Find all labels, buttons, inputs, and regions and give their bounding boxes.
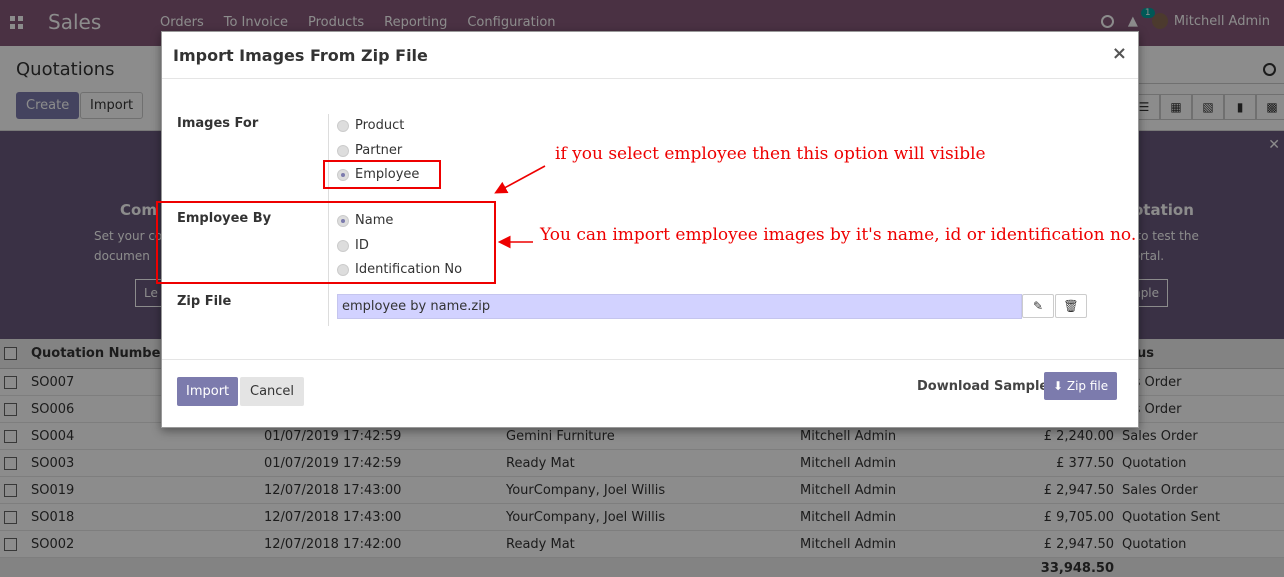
close-icon[interactable]: × xyxy=(1112,43,1127,64)
download-sample-label: Download Sample: xyxy=(917,379,1054,394)
cancel-button[interactable]: Cancel xyxy=(240,377,305,406)
zip-file-input[interactable]: employee by name.zip xyxy=(337,294,1022,319)
radio-product-icon[interactable] xyxy=(337,119,349,132)
dialog-footer: Import Cancel Download Sample: ⬇ Zip fil… xyxy=(162,359,1138,427)
edit-pencil-icon[interactable]: ✎ xyxy=(1022,294,1054,318)
dialog-title: Import Images From Zip File xyxy=(173,46,428,65)
radio-product[interactable]: Product xyxy=(337,118,404,133)
download-icon: ⬇ xyxy=(1053,379,1067,393)
annotation-note-2: You can import employee images by it's n… xyxy=(540,225,1137,245)
download-zip-button[interactable]: ⬇ Zip file xyxy=(1044,372,1118,400)
images-for-label: Images For xyxy=(177,116,259,131)
radio-partner-icon[interactable] xyxy=(337,144,349,157)
radio-partner[interactable]: Partner xyxy=(337,143,402,158)
radio-partner-label: Partner xyxy=(355,143,403,158)
annotation-box-employee xyxy=(323,160,441,189)
annotation-note-1: if you select employee then this option … xyxy=(555,144,986,164)
import-button[interactable]: Import xyxy=(177,377,239,406)
zip-file-label: Zip File xyxy=(177,294,232,309)
dialog-header: Import Images From Zip File × xyxy=(162,32,1138,79)
trash-icon[interactable]: 🗑 xyxy=(1055,294,1087,318)
annotation-box-employee-by xyxy=(156,201,496,284)
radio-product-label: Product xyxy=(355,118,405,133)
download-zip-label: Zip file xyxy=(1066,379,1109,393)
